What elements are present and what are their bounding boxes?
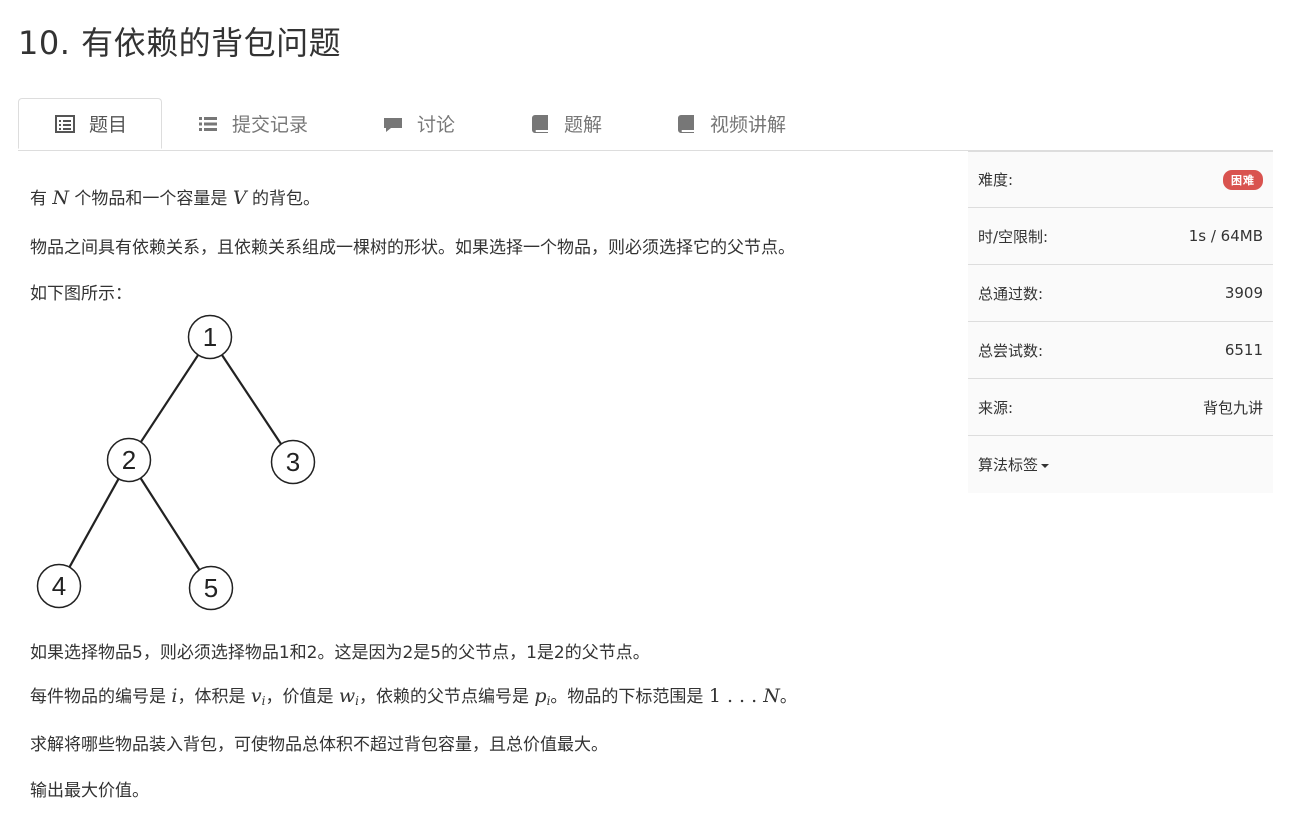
math-N: N <box>52 187 70 209</box>
math-w: w <box>338 685 356 707</box>
tab-label: 视频讲解 <box>710 114 787 136</box>
tree-node-label: 5 <box>204 573 218 603</box>
comment-icon <box>384 117 402 132</box>
tab-label: 题目 <box>89 114 128 136</box>
attempts-value: 6511 <box>1224 341 1263 359</box>
text: 。物品的下标范围是 <box>550 687 709 707</box>
tab-solutions[interactable]: 题解 <box>530 98 602 149</box>
list-icon <box>199 116 217 131</box>
problem-info-sidebar: 难度: 困难 时/空限制: 1s / 64MB 总通过数: 3909 总尝试数:… <box>968 150 1273 493</box>
tab-label: 提交记录 <box>232 114 309 136</box>
problem-objective: 求解将哪些物品装入背包，可使物品总体积不超过背包容量，且总价值最大。 <box>30 735 608 755</box>
text: ，依赖的父节点编号是 <box>358 687 535 707</box>
tree-edge <box>220 354 283 445</box>
tab-submissions[interactable]: 提交记录 <box>198 98 308 149</box>
math-range: 1 . . . <box>708 685 764 707</box>
text: ，体积是 <box>177 687 251 707</box>
problem-example: 如果选择物品5，则必须选择物品1和2。这是因为2是5的父节点，1是2的父节点。 <box>30 643 650 663</box>
tree-node-label: 1 <box>203 322 217 352</box>
difficulty-label: 难度: <box>978 171 1014 189</box>
text: 。 <box>779 687 797 707</box>
tree-edge <box>139 477 201 571</box>
tab-label: 讨论 <box>417 114 456 136</box>
attempts-label: 总尝试数: <box>978 341 1044 360</box>
tab-problem[interactable]: 题目 <box>18 98 162 149</box>
tree-node-label: 4 <box>52 571 66 601</box>
tab-discussion[interactable]: 讨论 <box>383 98 455 149</box>
difficulty-badge: 困难 <box>1223 169 1263 190</box>
tree-node-label: 3 <box>286 447 300 477</box>
problem-figure-caption: 如下图所示： <box>30 284 132 304</box>
source-label: 来源: <box>978 398 1014 417</box>
tree-node-4: 4 <box>36 563 82 609</box>
list-alt-icon <box>55 114 75 133</box>
dependency-tree-diagram: 1 2 3 4 5 <box>36 314 316 611</box>
limits-value: 1s / 64MB <box>1188 227 1263 245</box>
limits-row: 时/空限制: 1s / 64MB <box>968 207 1273 264</box>
tree-edge <box>139 354 200 443</box>
caret-down-icon <box>1041 463 1050 468</box>
tree-node-label: 2 <box>122 445 136 475</box>
text: 有 <box>30 189 53 209</box>
source-row: 来源: 背包九讲 <box>968 378 1273 435</box>
text: 的背包。 <box>246 189 320 209</box>
tree-node-5: 5 <box>188 565 234 611</box>
tree-node-2: 2 <box>106 437 152 483</box>
accepted-label: 总通过数: <box>978 284 1044 303</box>
problem-variables: 每件物品的编号是 i，体积是 vi，价值是 wi，依赖的父节点编号是 pi。物品… <box>30 682 797 708</box>
problem-intro: 有 N 个物品和一个容量是 V 的背包。 <box>30 184 320 209</box>
tree-node-1: 1 <box>187 314 233 360</box>
math-v: v <box>250 685 262 707</box>
book-icon <box>678 114 694 133</box>
page-title: 10. 有依赖的背包问题 <box>18 24 342 62</box>
math-p: p <box>534 685 547 707</box>
book-icon <box>532 114 548 133</box>
tree-edge <box>68 478 120 568</box>
tags-label: 算法标签 <box>978 456 1039 474</box>
algorithm-tags-dropdown[interactable]: 算法标签 <box>968 435 1273 493</box>
text: 个物品和一个容量是 <box>69 189 233 209</box>
problem-dependency: 物品之间具有依赖关系，且依赖关系组成一棵树的形状。如果选择一个物品，则必须选择它… <box>30 238 795 258</box>
problem-output: 输出最大价值。 <box>30 781 149 801</box>
text: ，价值是 <box>265 687 339 707</box>
attempts-row: 总尝试数: 6511 <box>968 321 1273 378</box>
tab-label: 题解 <box>564 114 603 136</box>
accepted-row: 总通过数: 3909 <box>968 264 1273 321</box>
source-value: 背包九讲 <box>1202 398 1263 417</box>
math-N: N <box>763 685 780 707</box>
difficulty-row: 难度: 困难 <box>968 150 1273 207</box>
math-V: V <box>232 187 247 209</box>
tree-node-3: 3 <box>270 439 316 485</box>
problem-tabs: 题目 提交记录 讨论 题解 视频讲解 <box>18 98 1273 151</box>
text: 每件物品的编号是 <box>30 687 172 707</box>
limits-label: 时/空限制: <box>978 227 1049 246</box>
accepted-value: 3909 <box>1224 284 1263 302</box>
algorithm-tags-toggle[interactable]: 算法标签 <box>978 454 1050 475</box>
tab-video[interactable]: 视频讲解 <box>676 98 786 149</box>
